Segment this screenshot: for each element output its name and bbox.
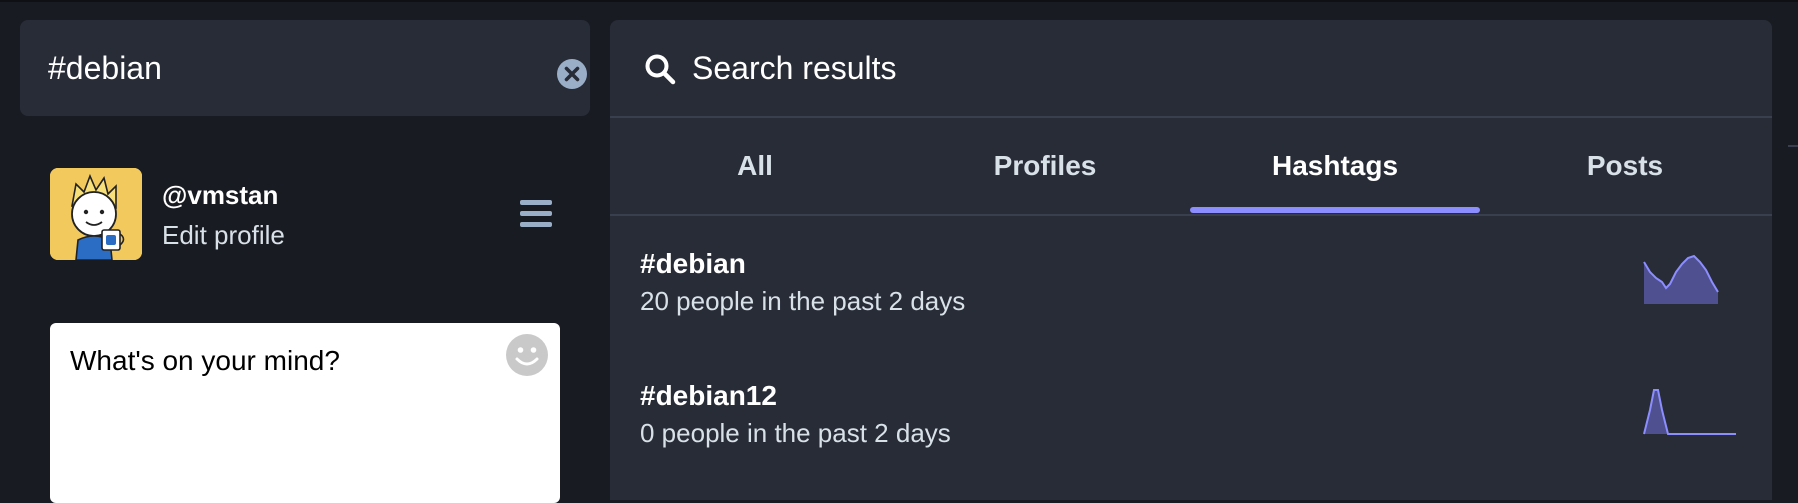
active-tab-indicator (1190, 207, 1480, 213)
close-circle-icon[interactable] (556, 58, 588, 90)
window-top-edge (0, 0, 1798, 2)
hashtag-result-row[interactable]: #debian12 0 people in the past 2 days (610, 348, 1772, 478)
compose-textarea[interactable] (50, 323, 560, 503)
search-input[interactable] (20, 20, 590, 116)
menu-bar (520, 211, 552, 216)
results-title: Search results (692, 50, 897, 86)
menu-bar (520, 222, 552, 227)
avatar-illustration (50, 168, 142, 260)
results-header: Search results (610, 20, 1772, 118)
search-results-panel: Search results All Profiles Hashtags Pos… (610, 20, 1772, 500)
tab-posts[interactable]: Posts (1480, 118, 1770, 214)
edit-profile-link[interactable]: Edit profile (162, 220, 285, 251)
hashtag-name[interactable]: #debian (640, 248, 746, 280)
avatar[interactable] (50, 168, 142, 260)
tab-hashtags[interactable]: Hashtags (1190, 118, 1480, 214)
hashtag-name[interactable]: #debian12 (640, 380, 777, 412)
smiley-icon[interactable] (505, 333, 549, 377)
hashtag-usage-text: 0 people in the past 2 days (640, 418, 951, 448)
hamburger-icon[interactable] (520, 200, 552, 228)
offscreen-divider (1788, 145, 1798, 147)
username[interactable]: @vmstan (162, 180, 278, 211)
current-user-profile: @vmstan Edit profile (50, 168, 570, 262)
hashtag-result-row[interactable]: #debian 20 people in the past 2 days (610, 216, 1772, 346)
compose-box[interactable] (50, 323, 560, 503)
tab-all[interactable]: All (610, 118, 900, 214)
results-tabs: All Profiles Hashtags Posts (610, 118, 1772, 216)
search-box[interactable] (20, 20, 590, 116)
menu-bar (520, 200, 552, 205)
hashtag-usage-text: 20 people in the past 2 days (640, 286, 966, 316)
search-icon (645, 54, 676, 85)
tab-profiles[interactable]: Profiles (900, 118, 1190, 214)
hashtag-trend-sparkline (1643, 254, 1719, 304)
hashtag-trend-sparkline (1643, 389, 1736, 435)
